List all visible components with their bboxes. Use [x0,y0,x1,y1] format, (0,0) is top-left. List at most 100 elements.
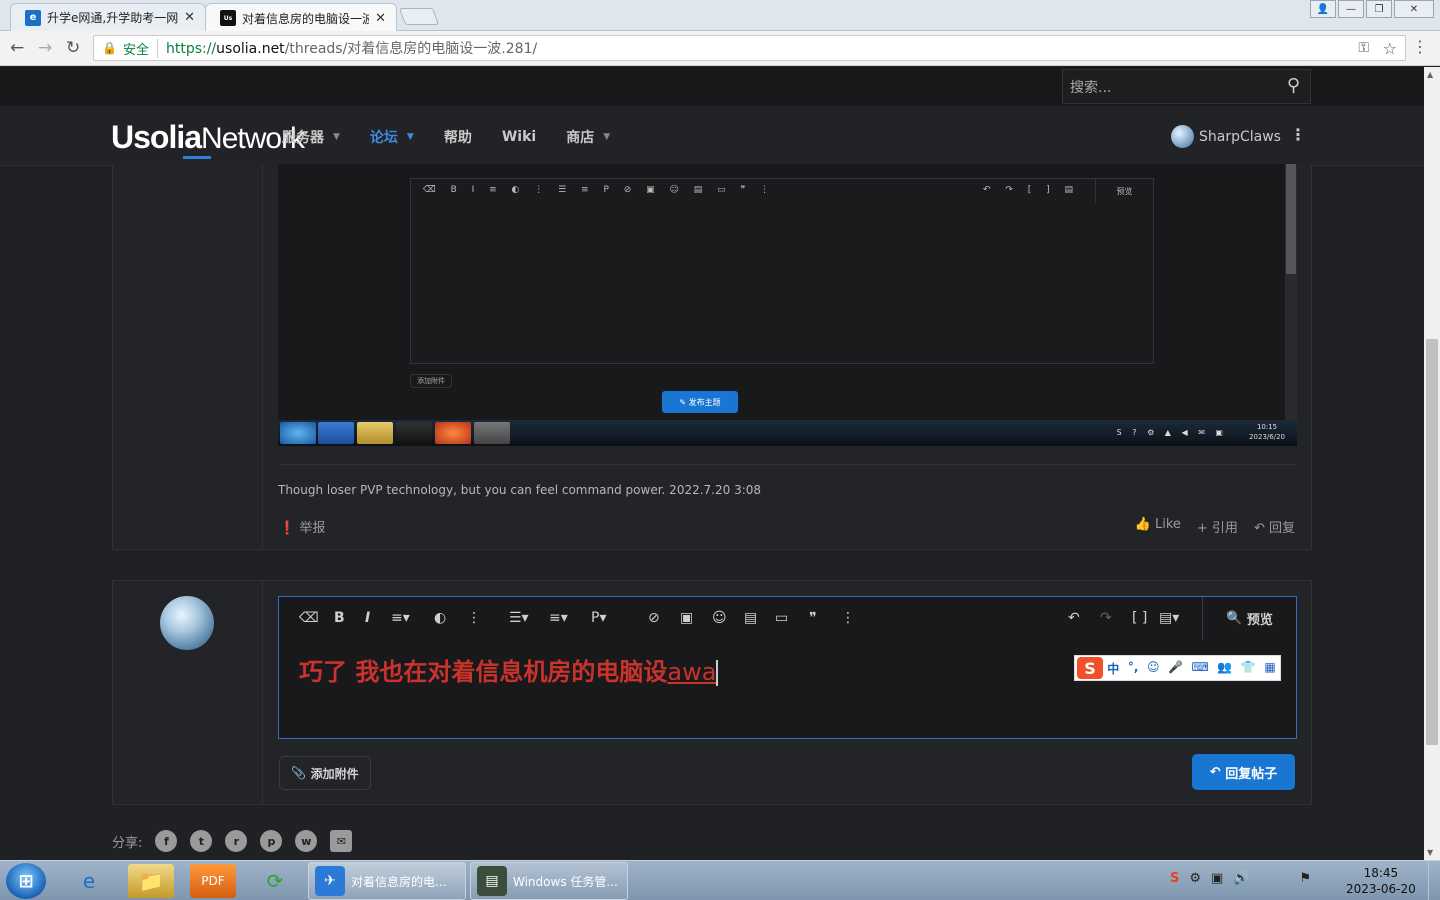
username: SharpClaws [1199,128,1281,145]
ie-icon[interactable]: e [66,864,112,898]
volume-icon[interactable]: 🔊 [1233,871,1249,886]
image-icon[interactable]: ▣ [680,610,693,626]
like-button[interactable]: 👍 Like [1135,517,1181,536]
restore-button[interactable]: ❐ [1366,0,1392,18]
new-tab-button[interactable] [398,8,440,25]
nav-item-help[interactable]: 帮助 [444,127,472,147]
quote-icon[interactable]: ❞ [809,610,817,626]
forward-arrow-icon[interactable]: → [38,38,52,58]
action-center-icon[interactable]: ⚑ [1300,871,1312,886]
nav-item-servers[interactable]: 服务器 ▼ [282,127,340,147]
system-clock[interactable]: 18:45 2023-06-20 [1346,865,1416,897]
email-icon[interactable]: ✉ [330,830,353,852]
tray-settings-icon[interactable]: ⚙ [1189,871,1201,886]
preview-button[interactable]: 🔍 预览 [1202,597,1296,640]
taskbar-item-browser[interactable]: ✈ 对着信息房的电... [308,862,466,900]
user-avatar [1171,125,1194,148]
reply-editor[interactable]: ⌫ B I ≡▾ ◐ ⋮ ☰▾ ≡▾ P▾ ⊘ ▣ ☺ ▤ ▭ ❞ ⋮ ↶ ↷ … [278,596,1297,739]
italic-icon[interactable]: I [365,610,370,626]
url-field[interactable]: 🔒 安全 https://usolia.net/threads/对着信息房的电脑… [93,35,1406,61]
ime-toolbar[interactable]: S 中 °, ☺ 🎤 ⌨ 👥 👕 ▦ [1074,655,1281,681]
back-arrow-icon[interactable]: ← [10,38,24,58]
pinterest-icon[interactable]: p [260,830,283,852]
profile-icon[interactable]: 👤 [1310,0,1336,18]
reply-arrow-icon: ↶ [1209,764,1221,780]
attach-files-button[interactable]: 📎 添加附件 [279,756,371,790]
browser-menu-icon[interactable]: ⋮ [1412,37,1428,56]
bold-icon[interactable]: B [334,610,345,626]
start-button[interactable]: ⊞ [6,863,46,899]
paragraph-icon[interactable]: P▾ [591,610,606,626]
reload-icon[interactable]: ↻ [66,38,80,58]
bilibili-icon[interactable]: ▭ [775,610,788,626]
ie-favicon-icon: e [25,9,41,26]
close-window-button[interactable]: ✕ [1394,0,1434,18]
editor-toolbar: ⌫ B I ≡▾ ◐ ⋮ ☰▾ ≡▾ P▾ ⊘ ▣ ☺ ▤ ▭ ❞ ⋮ ↶ ↷ … [279,597,1296,640]
reply-arrow-icon: ↶ [1253,521,1265,536]
site-logo[interactable]: UsoliaNetwork [111,119,305,159]
undo-icon[interactable]: ↶ [1068,610,1080,626]
address-bar: ← → ↻ 🔒 安全 https://usolia.net/threads/对着… [0,31,1440,66]
scrollbar-thumb[interactable] [1426,339,1438,745]
facebook-icon[interactable]: f [155,830,178,852]
search-icon[interactable]: ⚲ [1287,75,1300,96]
nav-item-store[interactable]: 商店 ▼ [566,127,610,147]
site-navbar: UsoliaNetwork 服务器 ▼ 论坛 ▼ 帮助 Wiki 商店 ▼ Sharp… [0,106,1424,166]
list-icon[interactable]: ☰▾ [509,610,529,626]
screenshot-clock: 10:15 2023/6/20 [1249,423,1285,441]
align-icon[interactable]: ≡▾ [549,610,568,626]
redo-icon[interactable]: ↷ [1100,610,1112,626]
windows-taskbar: ⊞ e 📁 PDF ⟳ ✈ 对着信息房的电... ▤ Windows 任务管..… [0,860,1440,900]
search-placeholder: 搜索... [1070,79,1112,96]
key-icon[interactable]: ⚿ [1358,40,1369,56]
show-desktop-button[interactable] [1428,861,1440,900]
smiley-icon[interactable]: ☺ [712,610,727,626]
thread-content: ⌫ B I ≡ ◐ ⋮ ☰ ≡ P ⊘ ▣ ☺ ▤ ▭ ❞ ⋮ ↶ ↷ [ ] … [0,164,1424,860]
link-icon[interactable]: ⊘ [648,610,660,626]
taskbar-item-task-manager[interactable]: ▤ Windows 任务管... [470,862,628,900]
minimize-button[interactable]: — [1338,0,1364,18]
save-draft-icon[interactable]: ▤▾ [1159,610,1179,626]
tab-usolia-thread[interactable]: Us 对着信息房的电脑设一波 ✕ [205,3,397,32]
tab-close-icon[interactable]: ✕ [375,11,386,26]
embedded-screenshot: ⌫ B I ≡ ◐ ⋮ ☰ ≡ P ⊘ ▣ ☺ ▤ ▭ ❞ ⋮ ↶ ↷ [ ] … [278,164,1297,446]
network-icon[interactable]: ▣ [1211,871,1223,886]
folder-icon[interactable]: 📁 [128,864,174,898]
search-input[interactable]: 搜索... ⚲ [1062,69,1311,104]
post-reply-button[interactable]: ↶ 回复帖子 [1192,754,1295,790]
task-manager-icon: ▤ [477,866,507,896]
thumbs-up-icon: 👍 [1134,517,1151,532]
caret-down-icon: ▼ [603,132,611,142]
reply-link[interactable]: ↶ 回复 [1254,517,1295,536]
quote-button[interactable]: + 引用 [1197,517,1238,536]
tab-title: 对着信息房的电脑设一波 [242,11,370,26]
twitter-icon[interactable]: t [190,830,213,852]
tab-shengxue[interactable]: e 升学e网通,升学助考一网 ✕ [10,3,206,31]
reply-user-column [113,581,263,804]
more-vertical-icon[interactable]: ⋮ [467,610,481,626]
green-app-icon[interactable]: ⟳ [252,864,298,898]
more-vertical-icon[interactable]: ⋮ [841,610,855,626]
tab-close-icon[interactable]: ✕ [184,10,195,25]
sogou-tray-icon[interactable]: S [1170,871,1179,886]
bookmark-star-icon[interactable]: ☆ [1383,39,1397,58]
bbcode-icon[interactable]: [ ] [1132,610,1147,626]
tab-title: 升学e网通,升学助考一网 [47,11,179,25]
screenshot-attach-label: 添加附件 [410,374,452,388]
media-icon[interactable]: ▤ [744,610,757,626]
pdf-icon[interactable]: PDF [190,864,236,898]
more-options-icon[interactable]: ⋮ [1290,125,1306,144]
text-style-icon[interactable]: ≡▾ [391,610,410,626]
page-scrollbar[interactable]: ▲ ▼ [1424,67,1440,860]
user-menu[interactable]: SharpClaws [1171,125,1281,148]
editor-text[interactable]: 巧了 我也在对着信息机房的电脑设awa [299,652,719,687]
reddit-icon[interactable]: r [225,830,248,852]
avatar[interactable] [160,596,214,650]
window-controls: 👤 — ❐ ✕ [1310,0,1434,18]
whatsapp-icon[interactable]: w [295,830,318,852]
nav-item-forums[interactable]: 论坛 ▼ [370,127,414,147]
palette-icon[interactable]: ◐ [434,610,446,626]
report-link[interactable]: ❗ 举报 [279,517,325,536]
eraser-icon[interactable]: ⌫ [299,610,319,626]
nav-item-wiki[interactable]: Wiki [502,127,536,147]
